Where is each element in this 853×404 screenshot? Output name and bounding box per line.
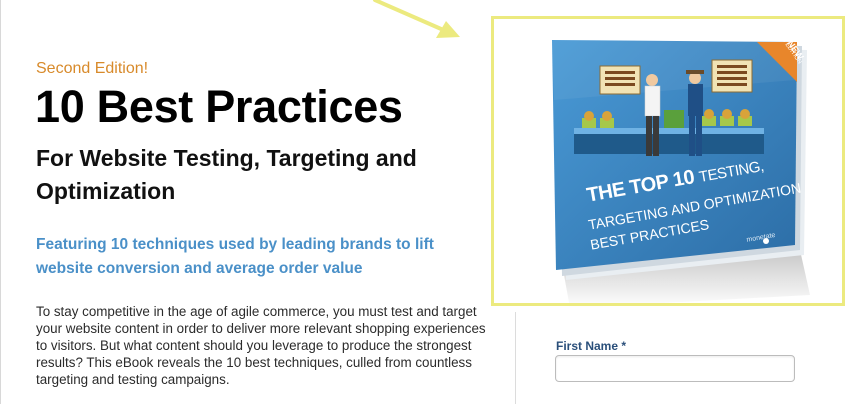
- first-name-input[interactable]: [555, 355, 795, 382]
- feature-text: Featuring 10 techniques used by leading …: [36, 236, 434, 277]
- form-divider: [515, 312, 516, 404]
- first-name-label: First Name *: [556, 339, 627, 353]
- annotation-arrow-icon: [373, 0, 460, 38]
- page-left-border: [0, 0, 1, 404]
- page-title: 10 Best Practices: [35, 81, 403, 132]
- page-subtitle: For Website Testing, Targeting and Optim…: [36, 145, 417, 204]
- edition-label: Second Edition!: [36, 60, 149, 77]
- description-text: To stay competitive in the age of agile …: [36, 304, 486, 387]
